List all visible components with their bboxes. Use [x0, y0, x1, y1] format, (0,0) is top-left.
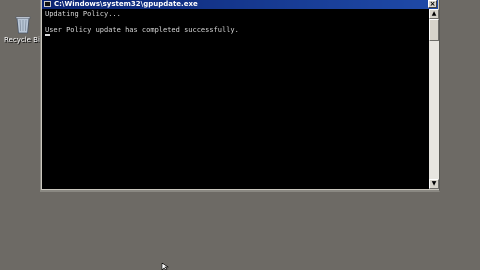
- scroll-thumb[interactable]: [429, 19, 439, 41]
- window-titlebar[interactable]: C:\Windows\system32\gpupdate.exe ×: [42, 0, 438, 9]
- desktop: Recycle Bin C:\Windows\system32\gpupdate…: [0, 0, 480, 270]
- console-icon: [44, 1, 51, 7]
- console-window[interactable]: C:\Windows\system32\gpupdate.exe × Updat…: [40, 0, 440, 192]
- console-line-1: Updating Policy...: [45, 10, 121, 18]
- window-title: C:\Windows\system32\gpupdate.exe: [54, 0, 198, 8]
- close-button[interactable]: ×: [428, 0, 437, 8]
- mouse-pointer-icon: [161, 263, 169, 270]
- scroll-down-button[interactable]: ▼: [429, 179, 439, 189]
- console-output[interactable]: Updating Policy... User Policy update ha…: [42, 9, 429, 189]
- scroll-up-button[interactable]: ▲: [429, 9, 439, 19]
- console-line-3: User Policy update has completed success…: [45, 26, 239, 34]
- text-cursor: [45, 34, 50, 36]
- recycle-bin-icon: [15, 16, 31, 34]
- vertical-scrollbar[interactable]: ▲ ▼: [429, 9, 439, 189]
- recycle-bin-shortcut[interactable]: Recycle Bin: [4, 12, 44, 48]
